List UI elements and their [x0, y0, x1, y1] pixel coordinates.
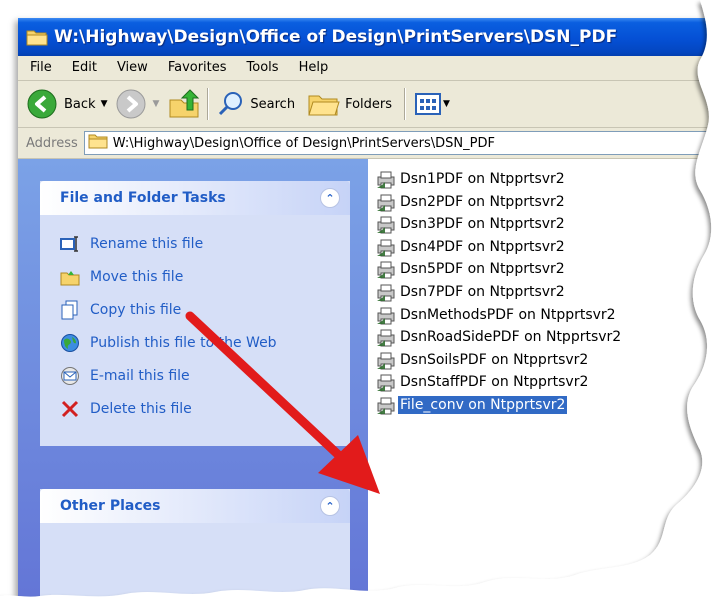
torn-paper-edge	[0, 0, 728, 605]
